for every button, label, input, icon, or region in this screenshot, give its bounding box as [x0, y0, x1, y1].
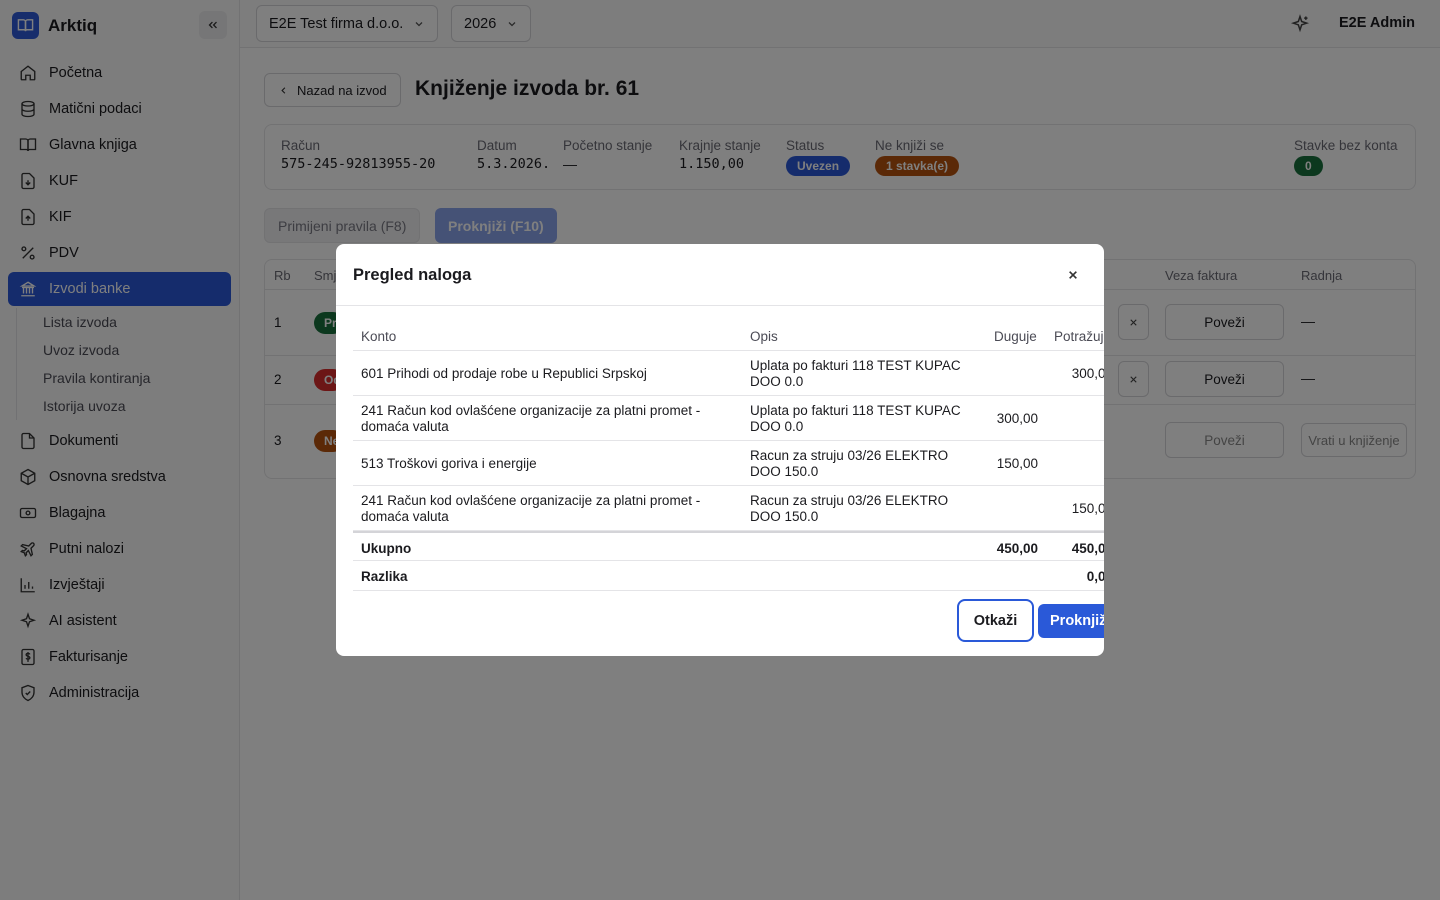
opis-cell: Racun za struju 03/26 ELEKTRO DOO 150.0 [750, 493, 949, 524]
difference-label: Razlika [361, 569, 408, 584]
table-row: 241 Račun kod ovlašćene organizacije za … [353, 396, 1104, 441]
confirm-post-button[interactable]: Proknjiži [1038, 604, 1104, 638]
potrazuje-cell: 300,00 [1071, 366, 1104, 381]
column-header-opis: Opis [750, 329, 778, 344]
column-header-potrazuje: Potražuje [1054, 329, 1104, 344]
journal-table-header: Konto Opis Duguje Potražuje [353, 318, 1104, 351]
total-potrazuje: 450,00 [1071, 541, 1104, 556]
table-row: 513 Troškovi goriva i energije Racun za … [353, 441, 1104, 486]
potrazuje-cell: 150,00 [1071, 501, 1104, 516]
column-header-konto: Konto [361, 329, 397, 344]
column-header-duguje: Duguje [994, 329, 1037, 344]
difference-value: 0,00 [1086, 569, 1104, 584]
journal-preview-modal: Pregled naloga Konto Opis Duguje Potražu… [336, 244, 1104, 656]
table-row: 241 Račun kod ovlašćene organizacije za … [353, 486, 1104, 531]
table-row: 601 Prihodi od prodaje robe u Republici … [353, 351, 1104, 396]
total-label: Ukupno [361, 541, 412, 556]
modal-header: Pregled naloga [336, 244, 1104, 306]
duguje-cell: 150,00 [996, 456, 1038, 471]
konto-cell: 601 Prihodi od prodaje robe u Republici … [361, 366, 647, 381]
close-icon[interactable] [1065, 267, 1081, 283]
opis-cell: Uplata po fakturi 118 TEST KUPAC DOO 0.0 [750, 403, 961, 434]
konto-cell: 513 Troškovi goriva i energije [361, 456, 537, 471]
journal-table: Konto Opis Duguje Potražuje 601 Prihodi … [353, 318, 1104, 591]
cancel-button[interactable]: Otkaži [957, 599, 1034, 642]
opis-cell: Racun za struju 03/26 ELEKTRO DOO 150.0 [750, 448, 949, 479]
konto-cell: 241 Račun kod ovlašćene organizacije za … [361, 403, 701, 434]
konto-cell: 241 Račun kod ovlašćene organizacije za … [361, 493, 701, 524]
opis-cell: Uplata po fakturi 118 TEST KUPAC DOO 0.0 [750, 358, 961, 389]
total-row: Ukupno 450,00 450,00 [353, 531, 1104, 561]
modal-title: Pregled naloga [353, 266, 472, 284]
duguje-cell: 300,00 [996, 411, 1038, 426]
total-duguje: 450,00 [996, 541, 1038, 556]
difference-row: Razlika 0,00 [353, 561, 1104, 591]
